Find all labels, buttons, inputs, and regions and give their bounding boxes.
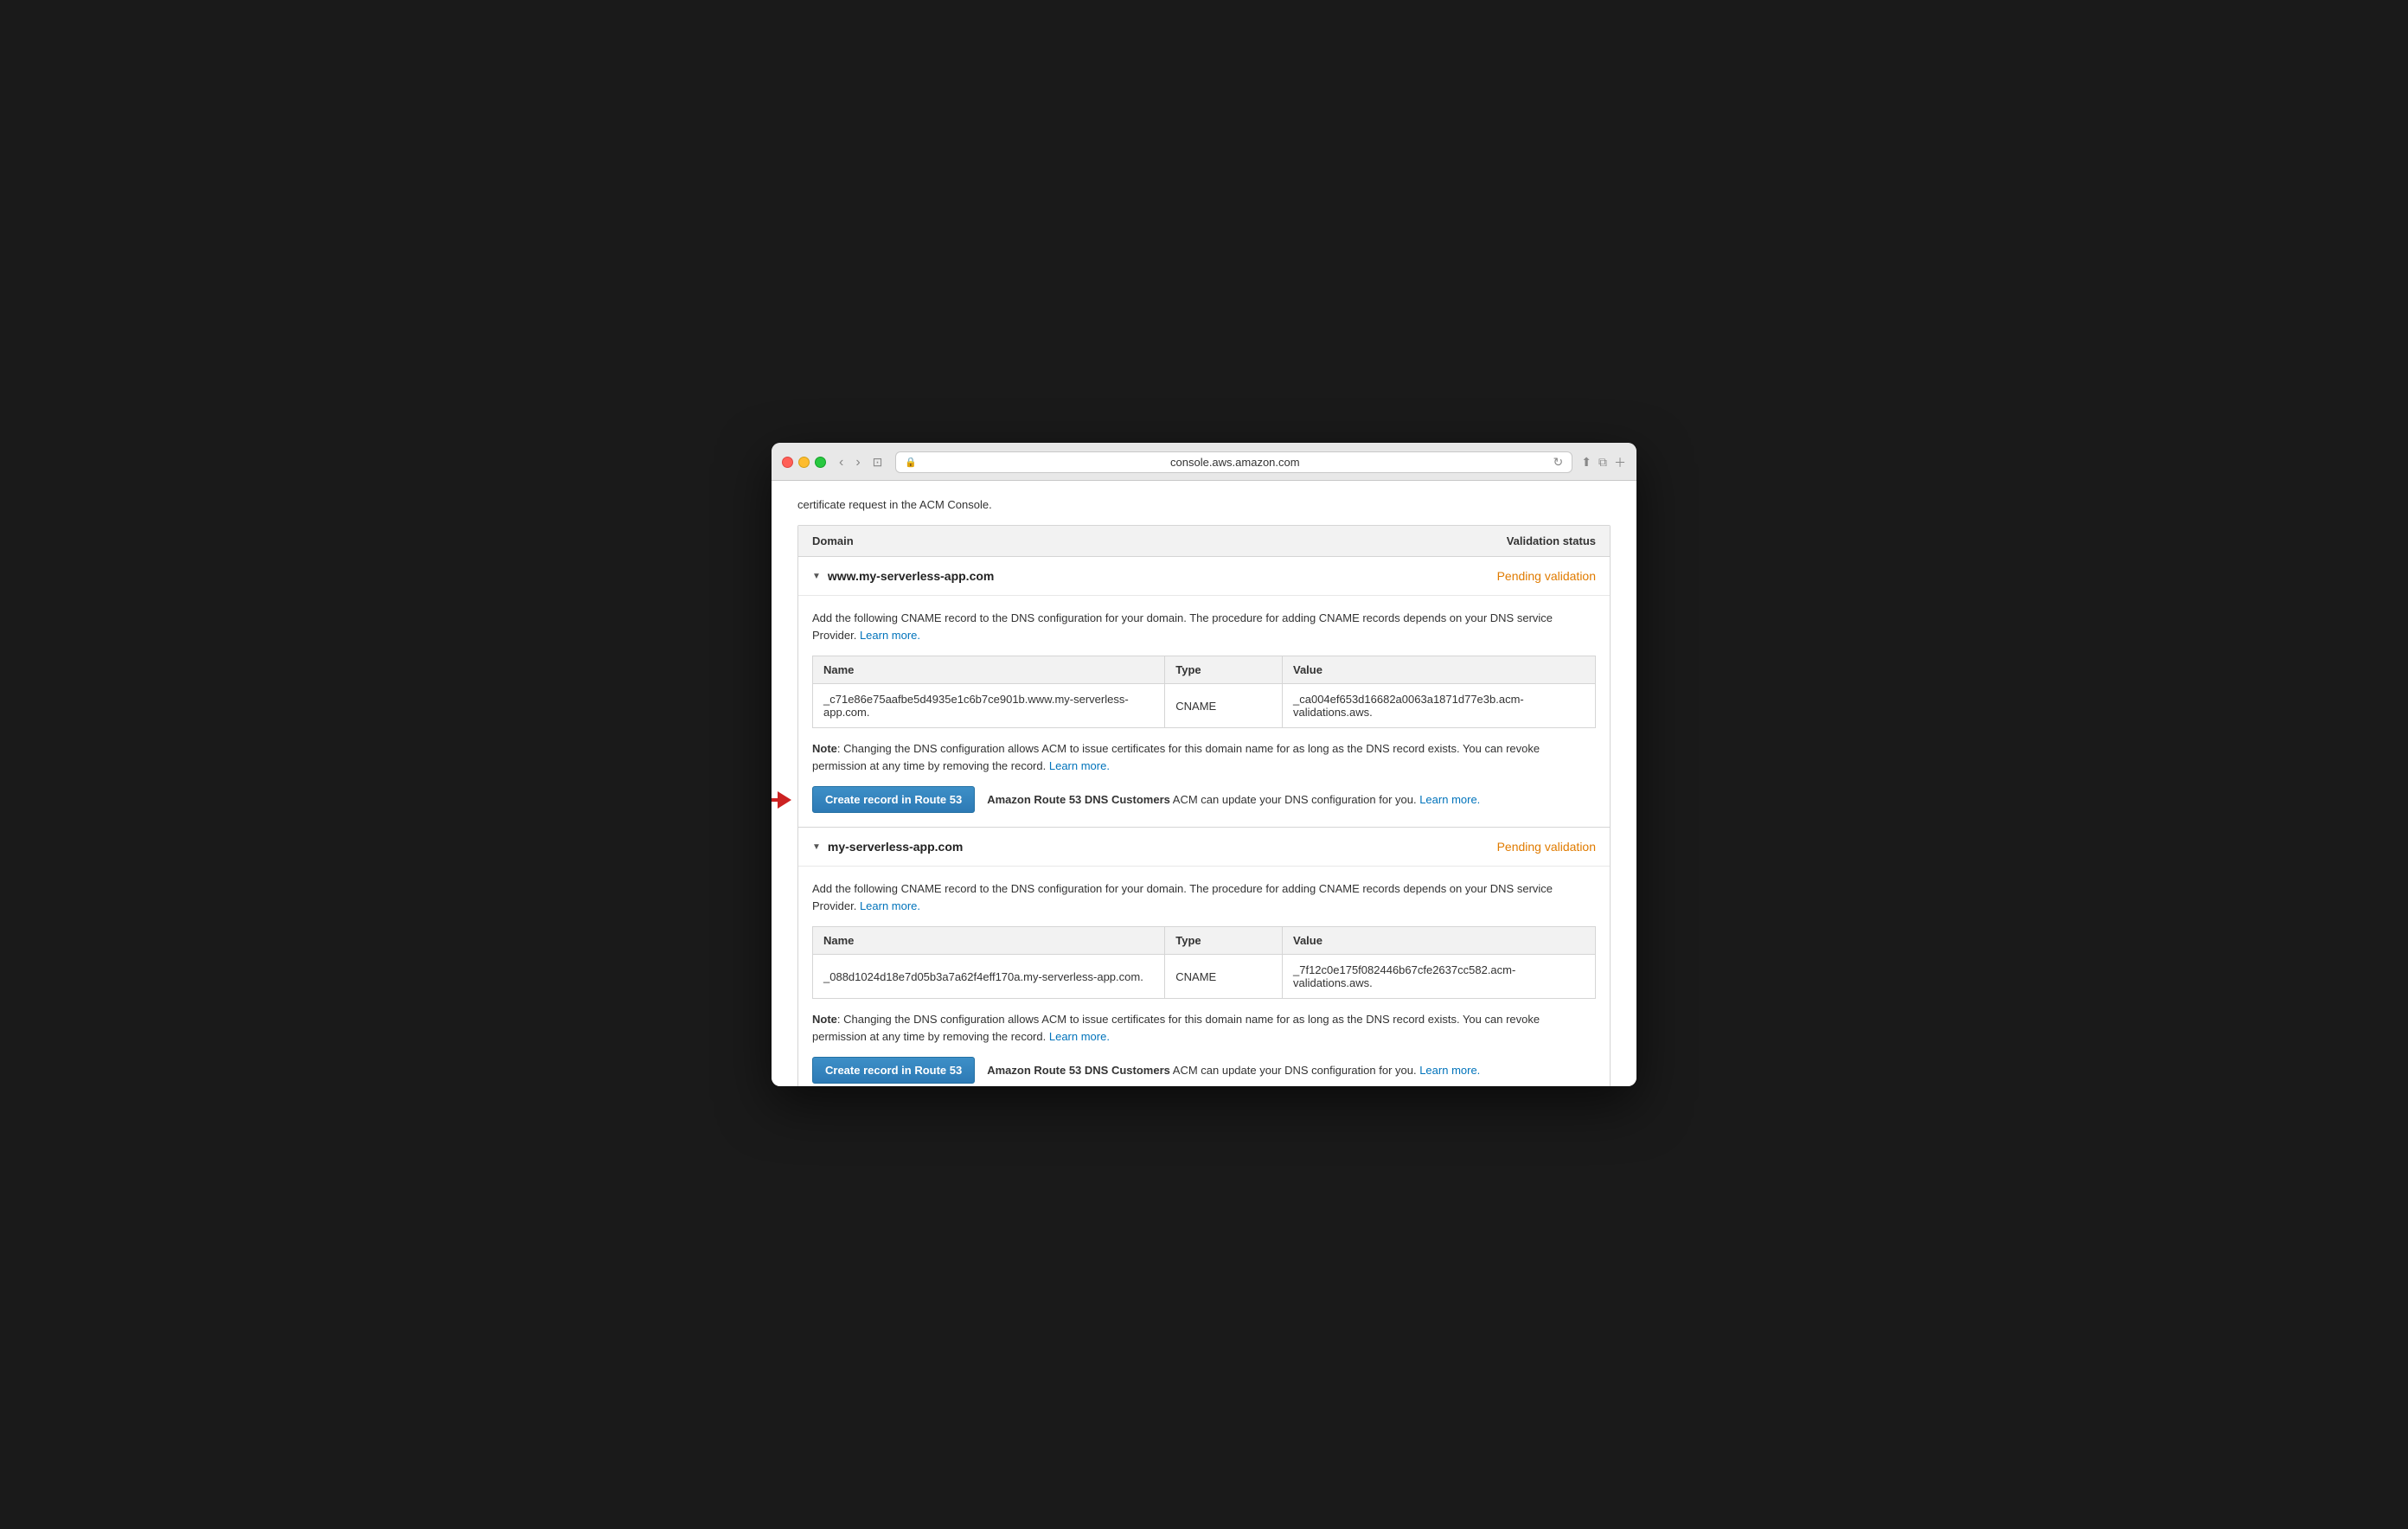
domain1-note-learn-more-link[interactable]: Learn more. bbox=[1049, 759, 1110, 772]
domains-table: Domain Validation status ▼ www.my-server… bbox=[797, 525, 1611, 1086]
domain1-note: Note: Changing the DNS configuration all… bbox=[812, 740, 1596, 774]
domain2-dns-table: Name Type Value _088d1024d18e7d05b3a7a62… bbox=[812, 926, 1596, 999]
domain1-table-value-header: Value bbox=[1283, 656, 1596, 684]
reload-button[interactable]: ↻ bbox=[1553, 455, 1564, 470]
domain2-table-row: _088d1024d18e7d05b3a7a62f4eff170a.my-ser… bbox=[813, 955, 1596, 999]
status-column-header: Validation status bbox=[1204, 534, 1596, 547]
domain2-section: ▼ my-serverless-app.com Pending validati… bbox=[798, 828, 1610, 1086]
browser-content: certificate request in the ACM Console. … bbox=[772, 481, 1636, 1086]
nav-buttons: ‹ › ⊡ bbox=[835, 453, 887, 472]
domain1-validation-status: Pending validation bbox=[1497, 569, 1596, 583]
domain1-section: ▼ www.my-serverless-app.com Pending vali… bbox=[798, 557, 1610, 828]
domain1-route53-learn-more-link[interactable]: Learn more. bbox=[1419, 793, 1480, 806]
domain1-body: Add the following CNAME record to the DN… bbox=[798, 596, 1610, 827]
domain1-title-row: ▼ www.my-serverless-app.com bbox=[812, 569, 994, 583]
domain1-dns-table: Name Type Value _c71e86e75aafbe5d4935e1c… bbox=[812, 656, 1596, 728]
domain2-body: Add the following CNAME record to the DN… bbox=[798, 867, 1610, 1086]
domain1-note-label: Note bbox=[812, 742, 837, 755]
domain2-description: Add the following CNAME record to the DN… bbox=[812, 880, 1596, 914]
domain2-row-value: _7f12c0e175f082446b67cfe2637cc582.acm-va… bbox=[1283, 955, 1596, 999]
maximize-button[interactable] bbox=[815, 457, 826, 468]
domain2-title-row: ▼ my-serverless-app.com bbox=[812, 840, 963, 854]
domain2-route53-learn-more-link[interactable]: Learn more. bbox=[1419, 1064, 1480, 1077]
domain1-description: Add the following CNAME record to the DN… bbox=[812, 610, 1596, 643]
browser-chrome: ‹ › ⊡ 🔒 console.aws.amazon.com ↻ ⬆ ⧉ ＋ bbox=[772, 443, 1636, 481]
red-arrow-icon bbox=[772, 791, 791, 809]
url-text: console.aws.amazon.com bbox=[922, 456, 1547, 469]
domain1-row-name: _c71e86e75aafbe5d4935e1c6b7ce901b.www.my… bbox=[813, 684, 1165, 728]
address-bar[interactable]: 🔒 console.aws.amazon.com ↻ bbox=[895, 451, 1572, 473]
forward-button[interactable]: › bbox=[851, 453, 864, 472]
domain1-table-row: _c71e86e75aafbe5d4935e1c6b7ce901b.www.my… bbox=[813, 684, 1596, 728]
domain1-arrow-annotation bbox=[772, 791, 791, 809]
add-tab-button[interactable]: ＋ bbox=[1614, 454, 1626, 471]
share-button[interactable]: ⬆ bbox=[1581, 455, 1591, 470]
minimize-button[interactable] bbox=[798, 457, 810, 468]
domain2-note: Note: Changing the DNS configuration all… bbox=[812, 1011, 1596, 1045]
table-header: Domain Validation status bbox=[798, 526, 1610, 557]
domain2-note-label: Note bbox=[812, 1013, 837, 1026]
domain1-action-row: Create record in Route 53 Amazon Route 5… bbox=[812, 786, 1596, 813]
arrow-line bbox=[772, 798, 778, 802]
domain1-header: ▼ www.my-serverless-app.com Pending vali… bbox=[798, 557, 1610, 596]
domain1-route53-description: Amazon Route 53 DNS Customers ACM can up… bbox=[987, 793, 1480, 806]
arrow-head bbox=[778, 791, 791, 809]
domain2-chevron-icon[interactable]: ▼ bbox=[812, 842, 821, 852]
domain1-table-type-header: Type bbox=[1165, 656, 1283, 684]
domain2-header: ▼ my-serverless-app.com Pending validati… bbox=[798, 828, 1610, 867]
lock-icon: 🔒 bbox=[905, 457, 917, 468]
content-area: certificate request in the ACM Console. … bbox=[772, 481, 1636, 1086]
domain2-route53-label: Amazon Route 53 DNS Customers bbox=[987, 1064, 1170, 1077]
tab-overview-button[interactable]: ⊡ bbox=[868, 453, 887, 472]
domain2-table-value-header: Value bbox=[1283, 927, 1596, 955]
domain2-row-type: CNAME bbox=[1165, 955, 1283, 999]
domain2-action-row: Create record in Route 53 Amazon Route 5… bbox=[812, 1057, 1596, 1084]
domain2-table-name-header: Name bbox=[813, 927, 1165, 955]
domain2-validation-status: Pending validation bbox=[1497, 840, 1596, 854]
domain-column-header: Domain bbox=[812, 534, 1204, 547]
domain1-learn-more-link[interactable]: Learn more. bbox=[860, 629, 920, 642]
domain2-create-record-button[interactable]: Create record in Route 53 bbox=[812, 1057, 975, 1084]
domain1-table-name-header: Name bbox=[813, 656, 1165, 684]
new-tab-button[interactable]: ⧉ bbox=[1598, 455, 1607, 470]
domain1-row-value: _ca004ef653d16682a0063a1871d77e3b.acm-va… bbox=[1283, 684, 1596, 728]
browser-actions: ⬆ ⧉ ＋ bbox=[1581, 454, 1626, 471]
domain1-name: www.my-serverless-app.com bbox=[828, 569, 994, 583]
domain2-route53-description: Amazon Route 53 DNS Customers ACM can up… bbox=[987, 1064, 1480, 1077]
domain2-name: my-serverless-app.com bbox=[828, 840, 963, 854]
close-button[interactable] bbox=[782, 457, 793, 468]
domain2-note-learn-more-link[interactable]: Learn more. bbox=[1049, 1030, 1110, 1043]
domain1-row-type: CNAME bbox=[1165, 684, 1283, 728]
browser-window: ‹ › ⊡ 🔒 console.aws.amazon.com ↻ ⬆ ⧉ ＋ c… bbox=[772, 443, 1636, 1086]
back-button[interactable]: ‹ bbox=[835, 453, 848, 472]
domain2-learn-more-link[interactable]: Learn more. bbox=[860, 899, 920, 912]
top-note: certificate request in the ACM Console. bbox=[797, 498, 1611, 511]
domain1-chevron-icon[interactable]: ▼ bbox=[812, 572, 821, 581]
traffic-lights bbox=[782, 457, 826, 468]
domain1-create-record-button[interactable]: Create record in Route 53 bbox=[812, 786, 975, 813]
domain1-route53-label: Amazon Route 53 DNS Customers bbox=[987, 793, 1170, 806]
domain2-table-type-header: Type bbox=[1165, 927, 1283, 955]
domain2-row-name: _088d1024d18e7d05b3a7a62f4eff170a.my-ser… bbox=[813, 955, 1165, 999]
